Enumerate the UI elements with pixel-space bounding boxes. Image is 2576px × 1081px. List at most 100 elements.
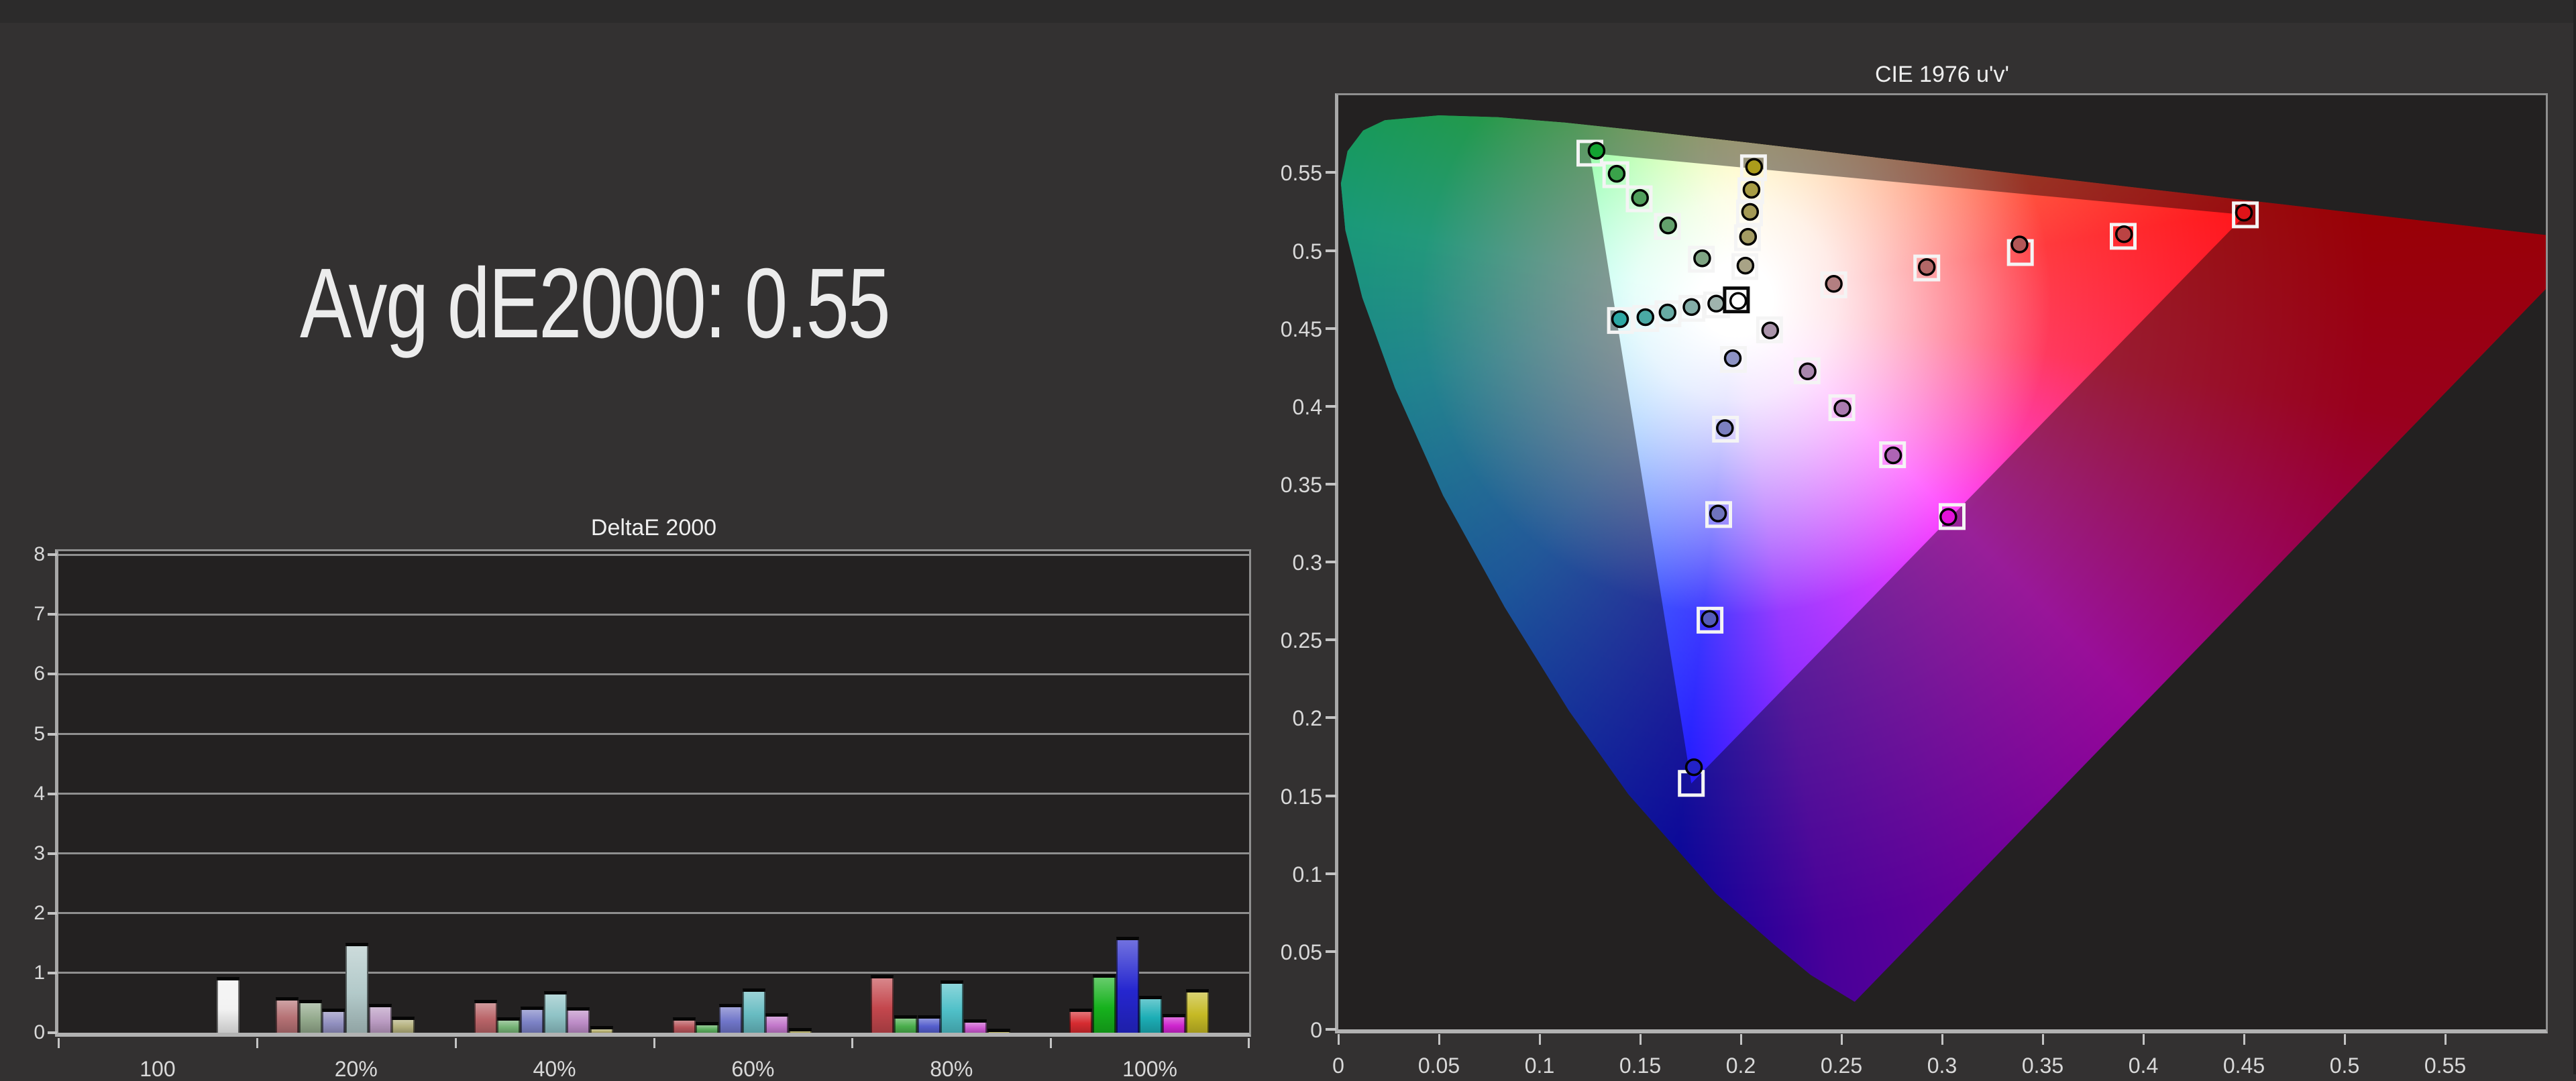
- cie-y-tick-label: 0.25: [1280, 628, 1322, 653]
- cie-x-tick: [2343, 1034, 2346, 1045]
- bar-x-category-label: 100: [140, 1057, 176, 1081]
- cie-measured-dot-red-20%: [1825, 275, 1843, 293]
- cie-y-tick-label: 0.2: [1292, 706, 1322, 731]
- cie-x-tick-label: 0.35: [2021, 1054, 2064, 1078]
- cie-x-tick: [1639, 1034, 1642, 1045]
- cie-measured-dot-green-60%: [1631, 188, 1649, 207]
- cie-measured-dot-white-point: [1729, 292, 1748, 310]
- bar-red: [474, 999, 497, 1033]
- bar-x-boundary-tick: [256, 1038, 258, 1048]
- bar-gridline: [58, 673, 1249, 675]
- bar-magenta: [1162, 1014, 1185, 1033]
- cie-measured-dot-cyan-80%: [1636, 308, 1655, 327]
- bar-yellow: [392, 1016, 415, 1033]
- cie-x-tick: [2041, 1034, 2044, 1045]
- window-top-strip: [0, 0, 2576, 23]
- bar-magenta: [765, 1013, 789, 1033]
- bar-gridline: [58, 553, 1249, 556]
- bar-blue: [322, 1009, 345, 1033]
- bar-gridline: [58, 733, 1249, 735]
- bar-x-boundary-tick: [58, 1038, 60, 1048]
- bar-y-tick: [48, 852, 57, 855]
- cie-measured-dot-blue-20%: [1723, 349, 1742, 367]
- cie-y-tick-label: 0.1: [1292, 862, 1322, 887]
- bar-x-category-label: 60%: [731, 1057, 775, 1081]
- cie-x-tick-label: 0.55: [2424, 1054, 2467, 1078]
- cie-y-tick: [1326, 171, 1336, 174]
- cie-x-tick-label: 0.3: [1927, 1054, 1957, 1078]
- cie-y-tick: [1326, 249, 1336, 252]
- bar-red: [1069, 1009, 1093, 1033]
- bar-x-boundary-tick: [1050, 1038, 1053, 1048]
- cie-measured-dot-green-100%: [1587, 141, 1606, 160]
- cie-y-tick: [1326, 716, 1336, 720]
- bar-y-tick: [48, 911, 57, 915]
- bar-cyan: [345, 943, 368, 1033]
- bar-x-category-label: 100%: [1122, 1057, 1177, 1081]
- bar-cyan: [742, 988, 765, 1033]
- cie-x-tick: [1438, 1034, 1440, 1045]
- cie-y-tick: [1326, 794, 1336, 797]
- cie-y-tick-label: 0.35: [1280, 473, 1322, 497]
- cie-x-tick-label: 0.05: [1417, 1054, 1460, 1078]
- bar-red: [275, 997, 299, 1033]
- cie-measured-dot-yellow-60%: [1741, 203, 1760, 221]
- cie-measured-dot-blue-100%: [1684, 758, 1703, 777]
- outside-gamut-dim-overlay: [1340, 115, 2546, 1002]
- cie-measured-dot-magenta-60%: [1833, 399, 1851, 418]
- cie-y-tick: [1326, 327, 1336, 330]
- bar-y-tick-label: 6: [34, 663, 45, 685]
- cie-measured-dot-red-40%: [1917, 258, 1936, 276]
- cie-y-tick-label: 0.05: [1280, 940, 1322, 964]
- bar-green: [894, 1015, 918, 1033]
- cie-y-tick: [1326, 483, 1336, 486]
- cie-x-tick-label: 0: [1332, 1054, 1344, 1078]
- cie-x-tick: [1739, 1034, 1742, 1045]
- avg-de2000-summary: Avg dE2000: 0.55: [300, 248, 891, 359]
- cie-y-tick-label: 0.4: [1292, 394, 1322, 419]
- cie-x-tick-label: 0.15: [1619, 1054, 1662, 1078]
- cie-y-tick-label: 0.3: [1292, 551, 1322, 575]
- cie-y-tick: [1326, 561, 1336, 564]
- cie-measured-dot-yellow-100%: [1745, 158, 1764, 176]
- cie-measured-dot-red-100%: [2235, 203, 2253, 222]
- bar-yellow: [1185, 988, 1209, 1033]
- bar-green: [299, 999, 322, 1033]
- bar-yellow: [987, 1028, 1010, 1033]
- cie-measured-dot-green-40%: [1659, 216, 1677, 235]
- bar-y-tick: [48, 553, 57, 557]
- bar-cyan: [941, 980, 964, 1033]
- cie-y-tick-label: 0.45: [1280, 317, 1322, 341]
- screen-right-edge: [2573, 0, 2576, 1074]
- bar-white: [217, 977, 240, 1033]
- cie-measured-dot-cyan-40%: [1682, 298, 1701, 317]
- cie-y-tick-label: 0.5: [1292, 239, 1322, 264]
- bar-blue: [917, 1015, 941, 1033]
- bar-y-tick-label: 0: [34, 1021, 45, 1043]
- cie-measured-dot-magenta-40%: [1799, 362, 1817, 381]
- bar-x-boundary-tick: [851, 1038, 854, 1048]
- bar-x-category-label: 80%: [930, 1057, 973, 1081]
- cie-x-tick: [2243, 1034, 2245, 1045]
- bar-y-tick-label: 7: [34, 603, 45, 626]
- bar-gridline: [58, 793, 1249, 795]
- cie-measured-dot-magenta-20%: [1761, 321, 1780, 339]
- cie-x-tick: [1337, 1034, 1340, 1045]
- bar-y-tick-label: 4: [34, 782, 45, 805]
- bar-x-boundary-tick: [653, 1038, 655, 1048]
- cie-y-tick: [1326, 404, 1336, 408]
- bar-y-tick: [48, 732, 57, 736]
- cie-x-tick-label: 0.1: [1524, 1054, 1555, 1078]
- cie-x-tick: [1840, 1034, 1843, 1045]
- bar-red: [871, 975, 894, 1033]
- bar-x-boundary-tick: [454, 1038, 457, 1048]
- cie-chart-title: CIE 1976 u'v': [1874, 62, 2010, 87]
- bar-y-tick-label: 8: [34, 543, 45, 566]
- cie-y-tick: [1326, 872, 1336, 875]
- cie-measured-dot-blue-60%: [1709, 504, 1727, 522]
- bar-gridline: [58, 972, 1249, 974]
- cie-x-tick: [2142, 1034, 2145, 1045]
- cie-measured-dot-cyan-20%: [1707, 294, 1725, 313]
- bar-cyan: [543, 990, 567, 1033]
- cie-measured-dot-magenta-100%: [1939, 508, 1957, 526]
